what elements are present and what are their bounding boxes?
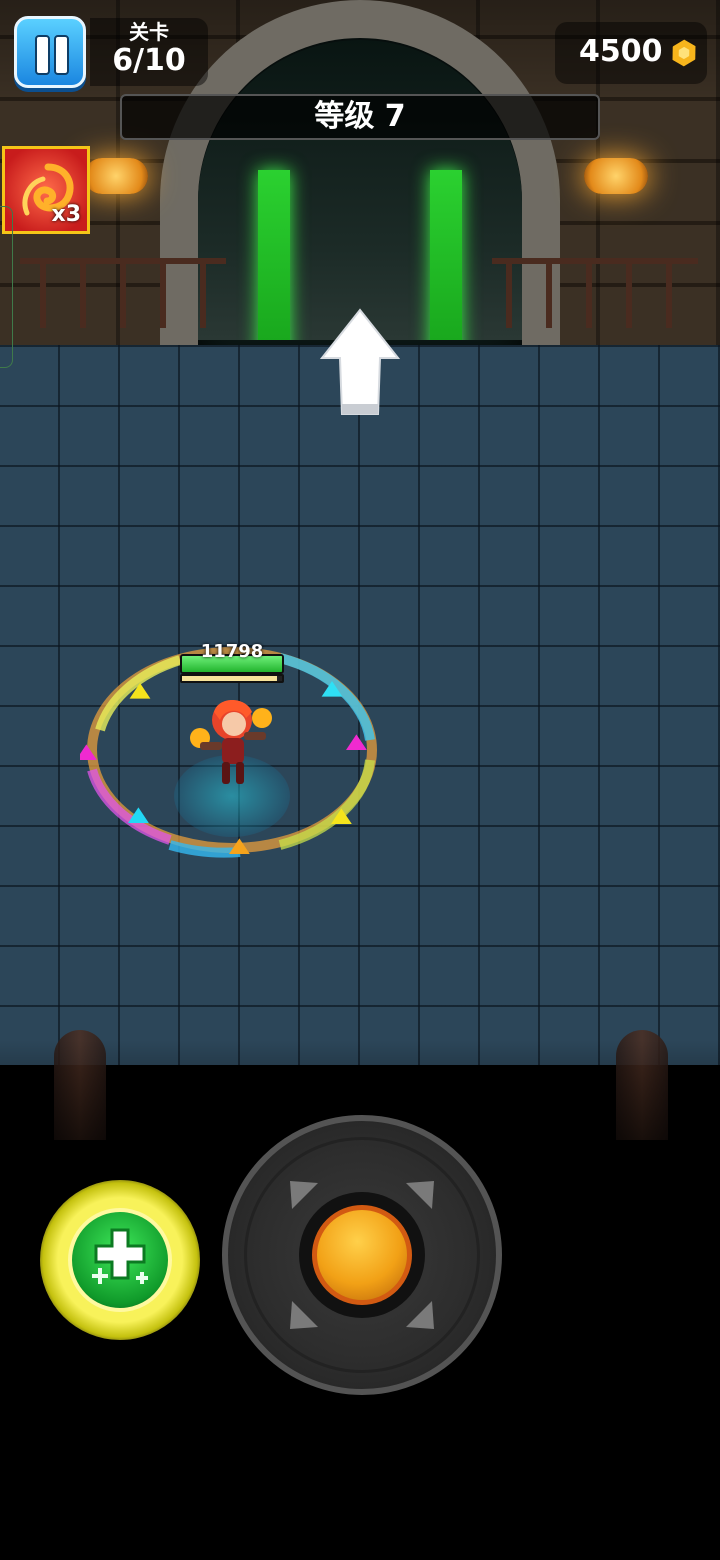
skill-card[interactable]: x3 [2,146,90,234]
wall-lamp-right [584,158,648,194]
movement-joystick[interactable] [222,1115,502,1395]
player-xp-bar [180,674,284,683]
coin-icon [666,35,702,71]
green-slime-pillar-right [430,170,462,340]
level-progress-panel: 关卡 6/10 [90,18,208,86]
exit-arrow-icon [320,308,400,415]
wall-lamp-left [84,158,148,194]
heal-skill-button[interactable] [40,1180,200,1340]
joystick-knob[interactable] [312,1205,412,1305]
skill-multiplier: x3 [51,202,82,227]
stage-title: 等级 7 [120,94,600,140]
level-label: 关卡 [129,20,169,44]
coin-counter: 4500 [555,22,707,84]
pause-button[interactable] [14,16,86,88]
heal-plus-icon [92,1228,148,1284]
green-slime-pillar-left [258,170,290,340]
player-xp-fill [182,676,277,681]
level-progress-value: 6/10 [112,43,186,78]
player-hp-value: 11798 [200,641,264,662]
player-character [190,700,272,784]
railing-left [20,258,226,328]
side-panel-tab[interactable] [0,206,13,368]
coin-value: 4500 [579,34,663,69]
pause-icon [35,35,50,75]
railing-right [492,258,698,328]
